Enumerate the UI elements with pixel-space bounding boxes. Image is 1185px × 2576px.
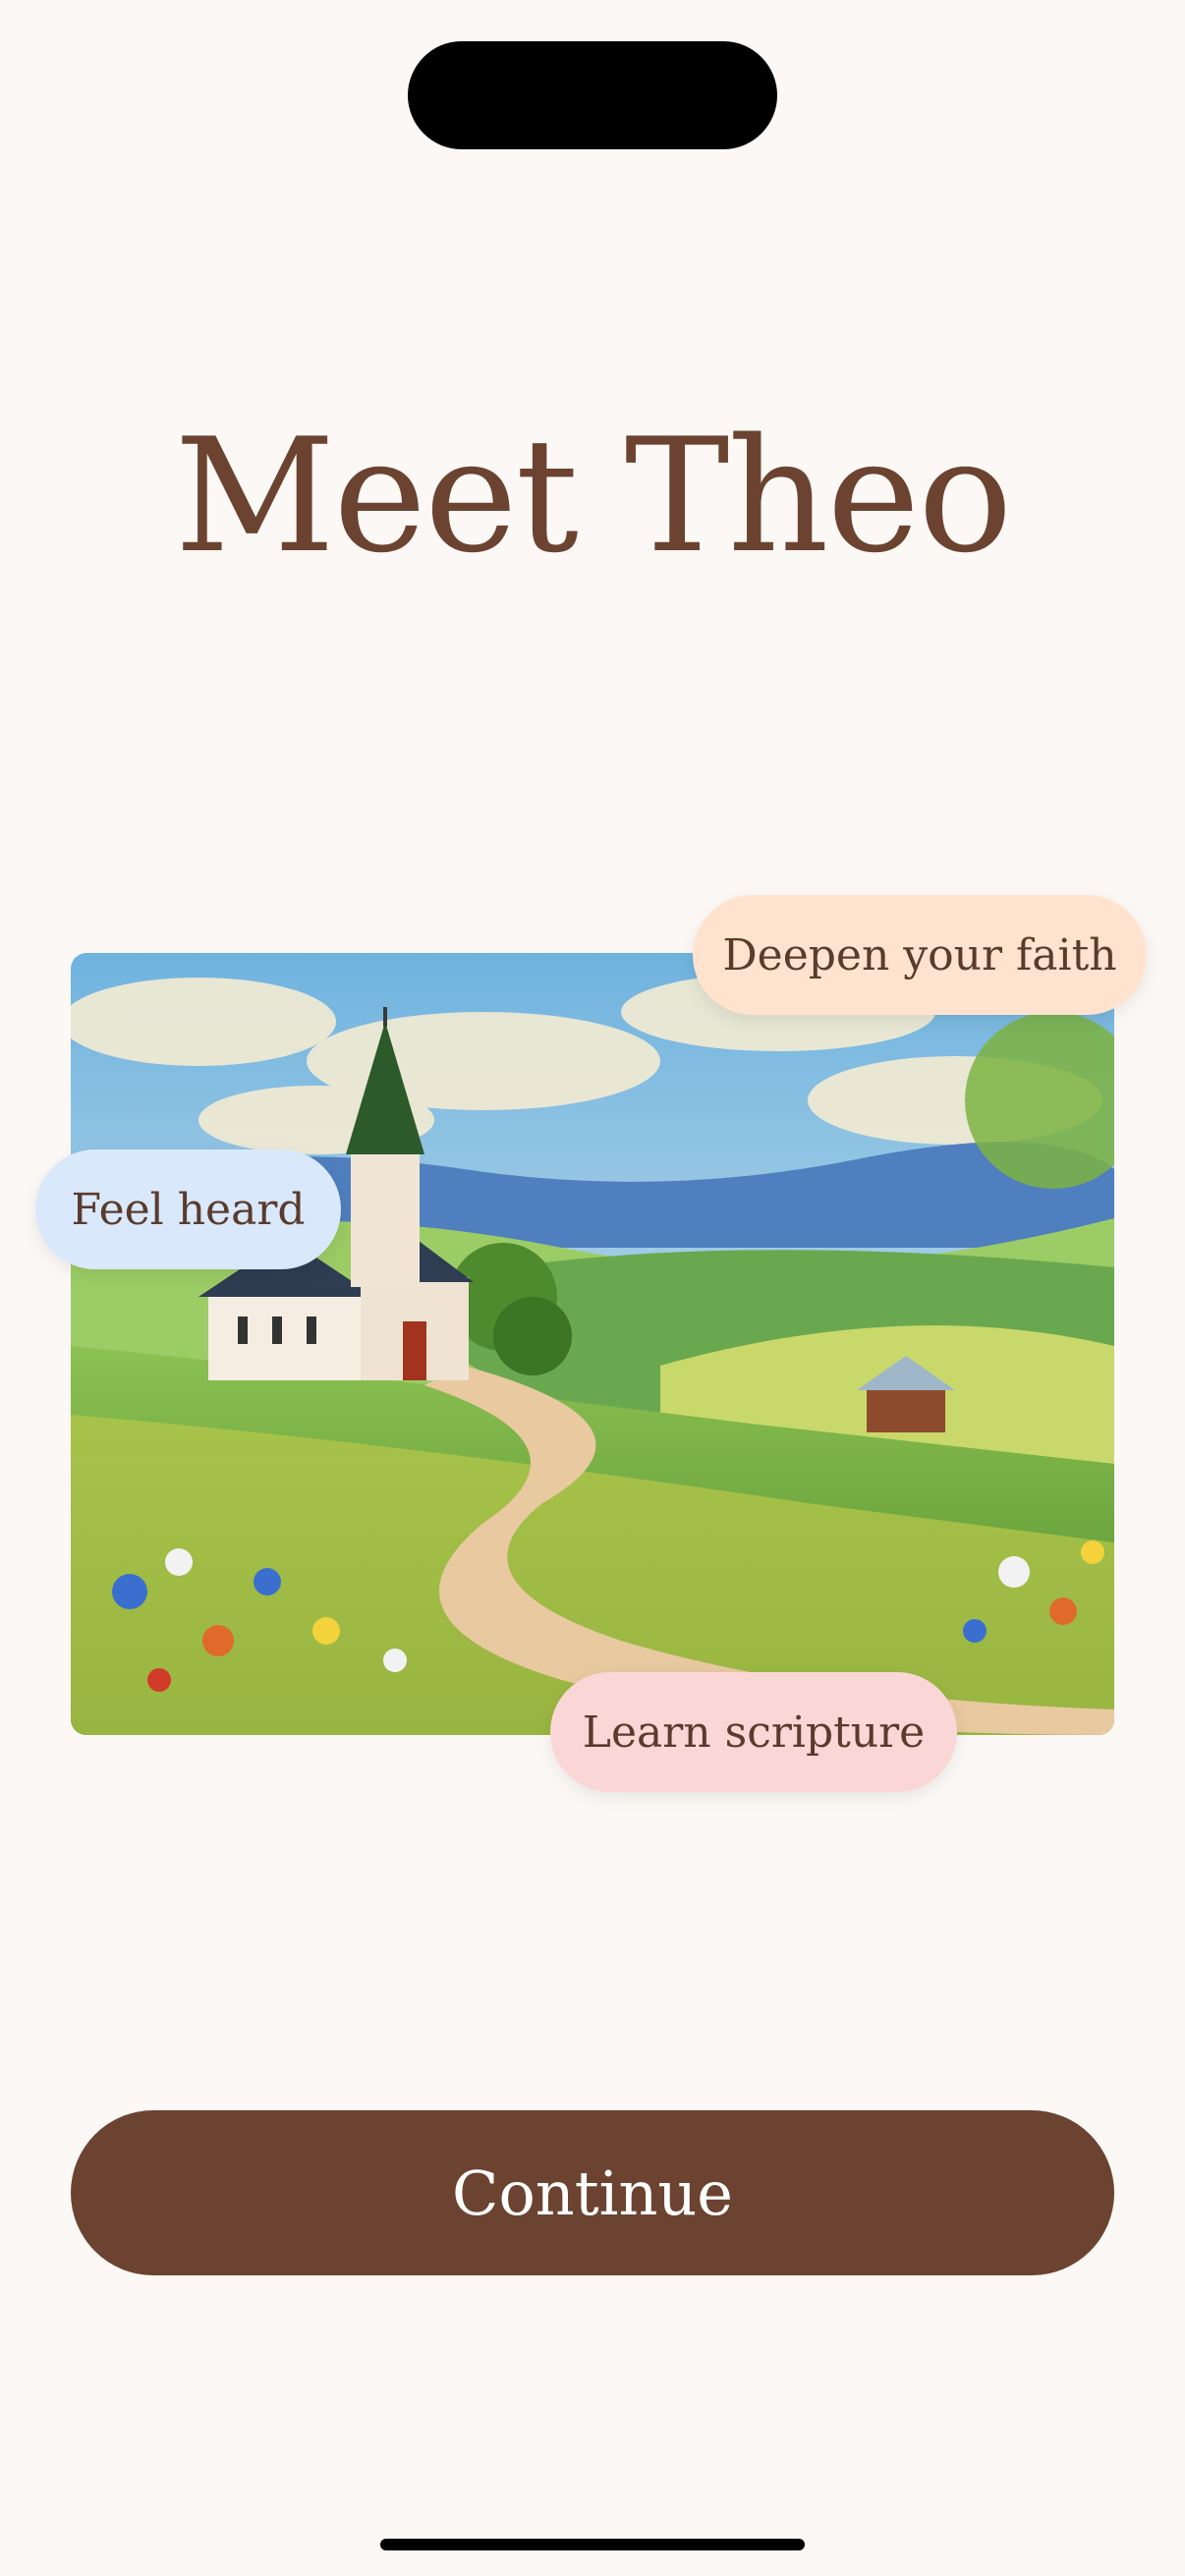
pill-feel-heard: Feel heard [35,1149,341,1269]
pill-label: Deepen your faith [722,929,1117,980]
pill-label: Learn scripture [582,1707,926,1758]
hero-painting [71,953,1114,1735]
continue-button[interactable]: Continue [71,2110,1114,2275]
pill-label: Feel heard [71,1184,306,1235]
home-indicator[interactable] [380,2539,805,2550]
dynamic-island [408,41,777,149]
countryside-church-illustration [71,953,1114,1735]
page-title: Meet Theo [174,404,1012,588]
pill-deepen-your-faith: Deepen your faith [693,895,1147,1015]
pill-learn-scripture: Learn scripture [550,1672,957,1792]
